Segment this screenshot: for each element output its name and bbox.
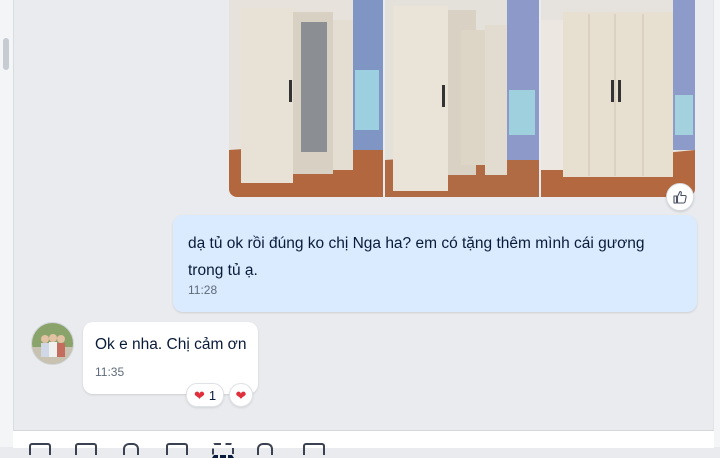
wardrobe-photo-2[interactable]	[385, 0, 539, 197]
incoming-message-text: Ok e nha. Chị cảm ơn	[95, 336, 247, 353]
outgoing-message-time: 11:28	[188, 283, 218, 297]
reaction-summary[interactable]: ❤ 1	[186, 383, 225, 407]
wardrobe-photo-1[interactable]	[229, 0, 383, 197]
scroll-indicator[interactable]	[3, 38, 9, 70]
card-icon[interactable]	[166, 443, 188, 455]
thumbs-up-icon[interactable]	[666, 183, 694, 211]
sticker-icon[interactable]	[29, 443, 51, 455]
reaction-count: 1	[208, 387, 217, 403]
avatar[interactable]	[31, 322, 74, 365]
photo-strip[interactable]	[229, 0, 695, 197]
screenshot-icon[interactable]	[212, 443, 234, 458]
right-edge	[713, 0, 720, 447]
outgoing-message-bubble[interactable]: dạ tủ ok rồi đúng ko chị Nga ha? em có t…	[173, 215, 697, 312]
left-rail	[0, 0, 14, 447]
add-reaction-button[interactable]: ❤	[229, 383, 253, 407]
outgoing-message-text: dạ tủ ok rồi đúng ko chị Nga ha? em có t…	[188, 235, 645, 279]
attach-icon[interactable]	[123, 443, 139, 455]
incoming-message-bubble[interactable]: Ok e nha. Chị cảm ơn 11:35	[83, 322, 258, 394]
incoming-message-time: 11:35	[95, 365, 125, 379]
heart-icon: ❤	[235, 387, 247, 403]
image-icon[interactable]	[75, 443, 97, 455]
heart-icon: ❤	[194, 387, 205, 403]
composer-toolbar	[13, 430, 714, 458]
more-icon[interactable]	[303, 443, 325, 455]
text-format-icon[interactable]	[257, 443, 273, 455]
wardrobe-photo-3[interactable]	[541, 0, 695, 197]
